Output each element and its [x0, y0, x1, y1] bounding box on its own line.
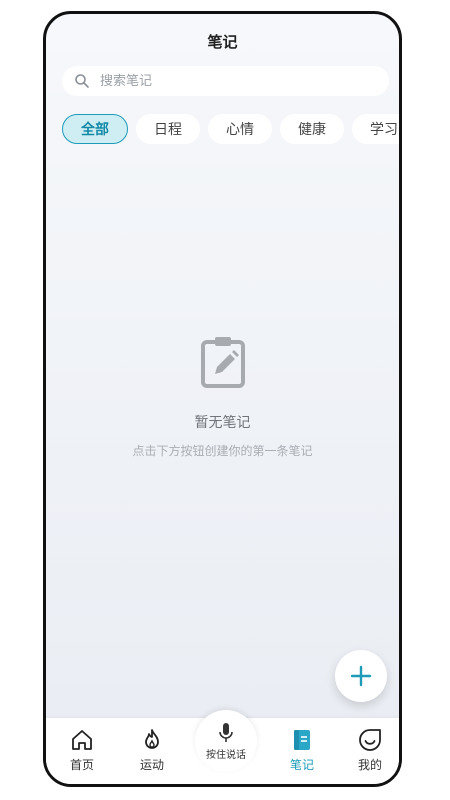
smile-icon	[359, 729, 381, 751]
category-chip-schedule[interactable]: 日程	[136, 114, 200, 144]
category-tabs: 全部 日程 心情 健康 学习	[62, 114, 399, 144]
microphone-icon	[219, 722, 233, 742]
tab-sport-label: 运动	[139, 758, 164, 772]
category-chip-health[interactable]: 健康	[280, 114, 344, 144]
voice-input-label: 按住说话	[206, 749, 246, 761]
voice-input-button[interactable]: 按住说话	[195, 710, 257, 772]
notebook-icon	[294, 730, 310, 750]
search-input[interactable]	[98, 72, 362, 90]
tab-home[interactable]: 首页	[52, 728, 112, 773]
tab-mine-label: 我的	[357, 758, 382, 772]
flame-icon	[145, 729, 159, 749]
tab-notes-label: 笔记	[289, 758, 314, 772]
tab-home-label: 首页	[69, 758, 94, 772]
empty-state: 暂无笔记 点击下方按钮创建你的第一条笔记	[46, 334, 399, 459]
home-icon	[72, 730, 92, 750]
clipboard-edit-icon	[195, 334, 251, 390]
empty-subtitle: 点击下方按钮创建你的第一条笔记	[132, 444, 313, 458]
tab-sport[interactable]: 运动	[122, 728, 182, 773]
phone-frame: 笔记 全部 日程 心情 健康 学习 暂无笔记 点击下方按钮创建你的第一条笔记	[43, 11, 402, 787]
search-bar[interactable]	[62, 66, 389, 96]
search-icon	[75, 74, 89, 88]
empty-title: 暂无笔记	[194, 415, 251, 431]
category-chip-all[interactable]: 全部	[62, 114, 128, 144]
page-title: 笔记	[207, 33, 238, 51]
add-note-button[interactable]	[335, 650, 387, 702]
tab-notes[interactable]: 笔记	[272, 728, 332, 773]
tab-mine[interactable]: 我的	[340, 728, 399, 773]
plus-icon	[350, 665, 372, 687]
category-chip-study[interactable]: 学习	[352, 114, 399, 144]
category-chip-mood[interactable]: 心情	[208, 114, 272, 144]
bottom-tab-bar: 首页 运动 按住说话 笔记 我的	[46, 710, 399, 784]
